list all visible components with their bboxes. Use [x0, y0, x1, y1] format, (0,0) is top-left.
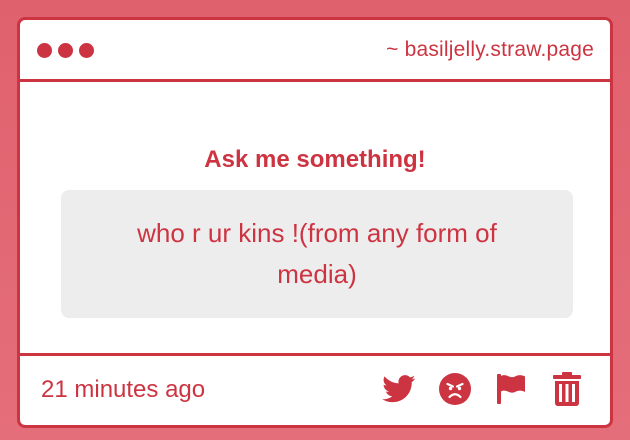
site-url-label[interactable]: ~ basiljelly.straw.page: [386, 38, 594, 62]
angry-face-icon: [439, 373, 471, 405]
flag-icon: [497, 374, 525, 404]
timestamp: 21 minutes ago: [41, 376, 206, 403]
card-footer: 21 minutes ago: [20, 353, 610, 425]
share-twitter-button[interactable]: [382, 372, 416, 406]
question-text: who r ur kins !(from any form of media): [137, 218, 497, 289]
dot-icon: [58, 43, 73, 58]
ask-card: ~ basiljelly.straw.page Ask me something…: [17, 17, 613, 428]
window-titlebar: ~ basiljelly.straw.page: [20, 20, 610, 82]
ask-heading: Ask me something!: [204, 146, 426, 173]
dot-icon: [79, 43, 94, 58]
report-button[interactable]: [494, 372, 528, 406]
delete-button[interactable]: [550, 372, 584, 406]
question-box: who r ur kins !(from any form of media): [61, 190, 573, 318]
action-bar: [382, 372, 584, 406]
window-dots: [37, 43, 94, 58]
ask-content: Ask me something! who r ur kins !(from a…: [20, 82, 610, 357]
trash-icon: [553, 372, 581, 406]
dot-icon: [37, 43, 52, 58]
angry-face-button[interactable]: [438, 372, 472, 406]
twitter-bird-icon: [382, 375, 416, 403]
